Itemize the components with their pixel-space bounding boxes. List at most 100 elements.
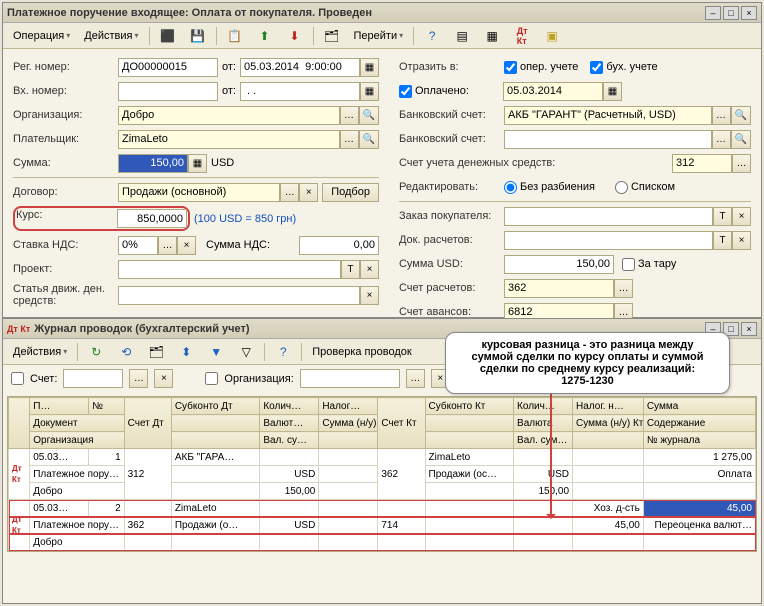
table-row[interactable]: ДтКт05.03…1312АКБ "ГАРА…362ZimaLeto1 275… (9, 449, 756, 466)
select-button[interactable]: … (340, 130, 359, 149)
close-button[interactable]: × (741, 6, 757, 20)
filter-off-icon[interactable]: ▽ (232, 342, 260, 362)
table-cell[interactable] (514, 449, 573, 466)
bank-acc-input[interactable] (504, 106, 712, 125)
org-filter-checkbox[interactable] (205, 372, 218, 385)
inno-input[interactable] (118, 82, 218, 101)
table-header[interactable]: Валюта (514, 415, 573, 432)
in-date-input[interactable] (240, 82, 360, 101)
sum-usd-input[interactable] (504, 255, 614, 274)
table-header[interactable] (171, 432, 260, 449)
rate-input[interactable] (117, 209, 187, 228)
operation-menu[interactable]: Операция▾ (7, 28, 76, 44)
table-header[interactable]: Счет Дт (124, 398, 171, 449)
table-header[interactable]: Содержание (643, 415, 755, 432)
table-cell[interactable] (319, 500, 378, 517)
minimize-button[interactable]: – (705, 6, 721, 20)
za-taru-checkbox[interactable] (622, 258, 635, 271)
table-header[interactable]: № (89, 398, 124, 415)
account-filter-input[interactable] (63, 369, 123, 388)
table-header[interactable] (425, 432, 514, 449)
cashflow-input[interactable] (118, 286, 360, 305)
table-cell[interactable] (514, 534, 573, 551)
table-header[interactable]: Счет Кт (378, 398, 425, 449)
vat-input[interactable] (118, 236, 158, 255)
table-header[interactable]: № журнала (643, 432, 755, 449)
nav-icon[interactable]: ⟲ (112, 342, 140, 362)
actions-menu[interactable]: Действия▾ (7, 344, 73, 360)
table-cell[interactable] (573, 483, 644, 500)
table-header[interactable]: Субконто Дт (171, 398, 260, 415)
select-button[interactable]: … (129, 369, 148, 388)
search-icon[interactable]: 🔍 (359, 106, 379, 125)
table-cell[interactable]: 45,00 (643, 500, 755, 517)
table-cell[interactable]: 150,00 (260, 483, 319, 500)
table-cell[interactable] (319, 466, 378, 483)
struct-icon[interactable]: 🗂 (142, 342, 170, 362)
table-cell[interactable] (171, 466, 260, 483)
table-cell[interactable]: 1 (89, 449, 124, 466)
table-cell[interactable] (425, 534, 514, 551)
disable-icon[interactable]: ⬍ (172, 342, 200, 362)
table-header[interactable] (425, 415, 514, 432)
cash-acc-input[interactable] (672, 154, 732, 173)
type-button[interactable]: T (341, 260, 360, 279)
table-cell[interactable]: 2 (89, 500, 124, 517)
help-icon[interactable]: ? (418, 26, 446, 46)
select-button[interactable]: … (158, 236, 177, 255)
record-toggle-icon[interactable]: ⬆ (251, 26, 279, 46)
table-cell[interactable]: Оплата (643, 466, 755, 483)
select-button[interactable]: … (280, 183, 299, 202)
payer-input[interactable] (118, 130, 340, 149)
project-input[interactable] (118, 260, 341, 279)
table-cell[interactable] (573, 449, 644, 466)
close-button[interactable]: × (741, 322, 757, 336)
table-cell[interactable] (171, 483, 260, 500)
table-header[interactable]: Налог. н… (573, 398, 644, 415)
table-header[interactable]: Налог… (319, 398, 378, 415)
table-cell[interactable]: USD (514, 466, 573, 483)
table-header[interactable]: П… (30, 398, 89, 415)
table-header[interactable] (573, 432, 644, 449)
table-header[interactable]: Субконто Кт (425, 398, 514, 415)
select-button[interactable]: … (712, 106, 731, 125)
table-header[interactable]: Вал. су… (260, 432, 319, 449)
date-picker-icon[interactable]: ▦ (360, 58, 379, 77)
table-cell[interactable]: 1 275,00 (643, 449, 755, 466)
table-header[interactable]: Вал. сум… (514, 432, 573, 449)
table-row[interactable]: ДтКт05.03…2362ZimaLeto714Хоз. д-сть45,00 (9, 500, 756, 517)
check-postings-button[interactable]: Проверка проводок (306, 344, 417, 360)
refresh-icon[interactable]: ↻ (82, 342, 110, 362)
table-cell[interactable]: USD (260, 466, 319, 483)
table-cell[interactable]: ZimaLeto (171, 500, 260, 517)
calc-icon[interactable]: ▦ (188, 154, 207, 173)
table-cell[interactable]: Продажи (ос… (425, 466, 514, 483)
sum-input[interactable] (118, 154, 188, 173)
clear-icon[interactable]: × (732, 207, 751, 226)
search-icon[interactable]: 🔍 (731, 106, 751, 125)
table-cell[interactable]: Платежное пору… (30, 517, 124, 534)
table-cell[interactable] (514, 517, 573, 534)
table-header[interactable]: Валют… (260, 415, 319, 432)
select-button[interactable]: … (614, 279, 633, 298)
table-cell[interactable]: 714 (378, 500, 425, 551)
actions-menu[interactable]: Действия▾ (78, 28, 144, 44)
table-header[interactable]: Колич… (260, 398, 319, 415)
filter-icon[interactable]: ▼ (202, 342, 230, 362)
from-date-input[interactable] (240, 58, 360, 77)
calc-acc-input[interactable] (504, 279, 614, 298)
postings-table[interactable]: П…№Счет ДтСубконто ДтКолич…Налог…Счет Кт… (7, 396, 757, 552)
date-picker-icon[interactable]: ▦ (360, 82, 379, 101)
clear-icon[interactable]: × (360, 286, 379, 305)
goto-menu[interactable]: Перейти▾ (348, 28, 410, 44)
table-cell[interactable]: Хоз. д-сть (573, 500, 644, 517)
table-cell[interactable]: Переоценка валют… (643, 517, 755, 534)
table-cell[interactable] (425, 517, 514, 534)
register-icon[interactable]: ▦ (478, 26, 506, 46)
table-cell[interactable]: Добро (30, 534, 124, 551)
table-cell[interactable] (425, 483, 514, 500)
oper-uchet-checkbox[interactable] (504, 61, 517, 74)
table-cell[interactable]: 312 (124, 449, 171, 500)
maximize-button[interactable]: □ (723, 6, 739, 20)
select-button[interactable]: … (340, 106, 359, 125)
